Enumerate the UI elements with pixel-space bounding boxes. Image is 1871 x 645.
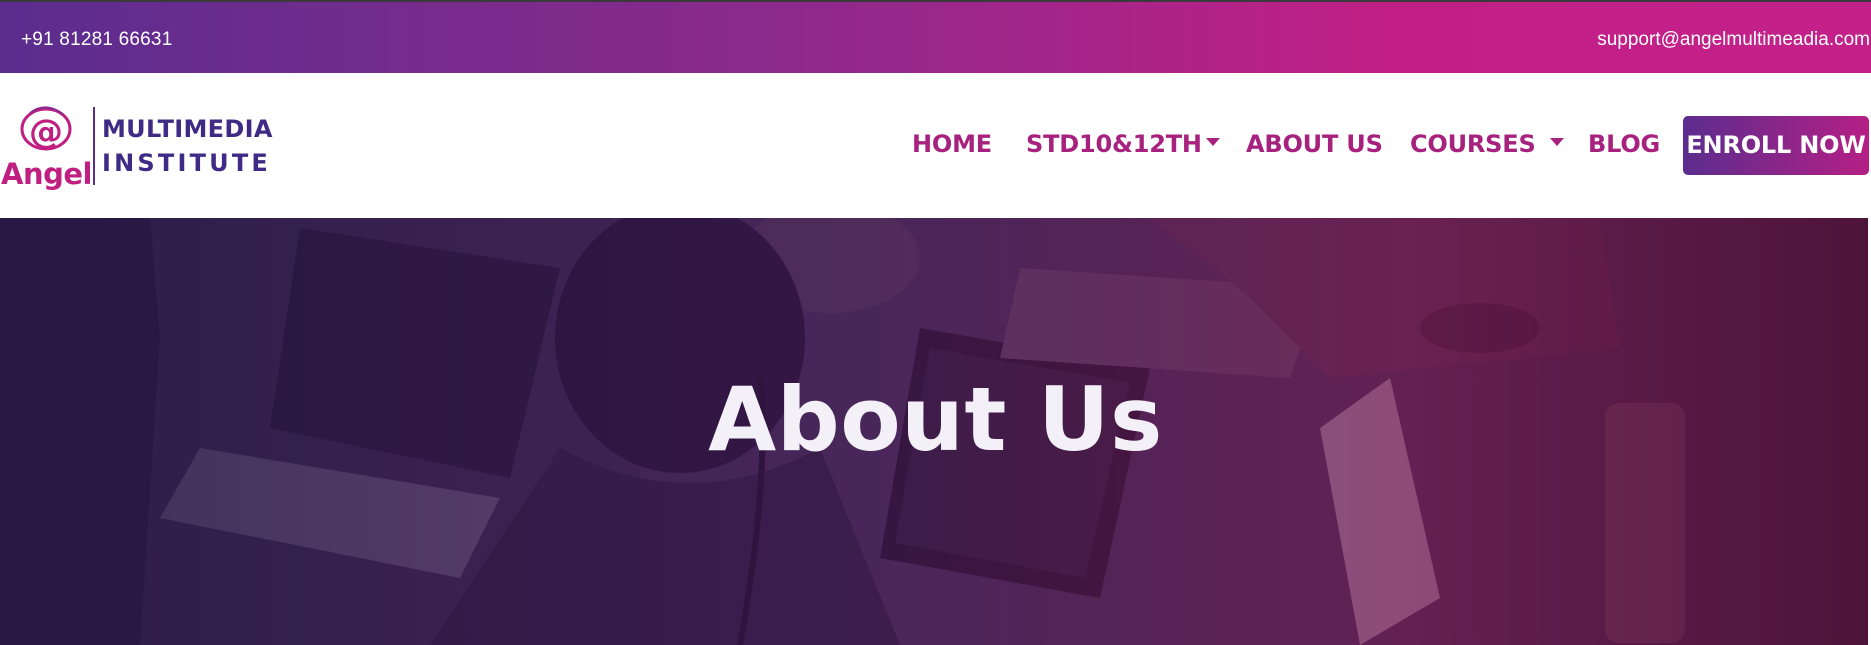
site-header: @ Angel MULTIMEDIA INSTITUTE HOME STD10&…	[0, 73, 1871, 218]
phone-link[interactable]: +91 81281 66631	[21, 29, 172, 51]
caret-down-icon	[1205, 138, 1220, 146]
nav-about-us[interactable]: ABOUT US	[1246, 130, 1383, 158]
enroll-now-button[interactable]: ENROLL NOW	[1683, 116, 1869, 175]
nav-blog-label: BLOG	[1588, 130, 1661, 158]
nav-home[interactable]: HOME	[912, 130, 992, 158]
nav-std-label: STD10&12TH	[1026, 130, 1202, 158]
nav-home-label: HOME	[912, 130, 992, 158]
nav-blog[interactable]: BLOG	[1588, 130, 1660, 158]
top-contact-bar: +91 81281 66631 support@angelmultimeadia…	[0, 0, 1871, 73]
nav-courses[interactable]: COURSES	[1410, 130, 1564, 158]
nav-courses-label: COURSES	[1410, 130, 1536, 158]
page-title: About Us	[708, 368, 1163, 471]
caret-down-icon	[1549, 138, 1564, 146]
email-link[interactable]: support@angelmultimeadia.com	[1597, 29, 1870, 51]
hero-banner: About Us	[0, 218, 1871, 645]
main-nav: HOME STD10&12TH ABOUT US COURSES BLOG EN…	[0, 73, 1871, 218]
nav-std10-12th[interactable]: STD10&12TH	[1026, 130, 1220, 158]
nav-about-label: ABOUT US	[1246, 130, 1383, 158]
